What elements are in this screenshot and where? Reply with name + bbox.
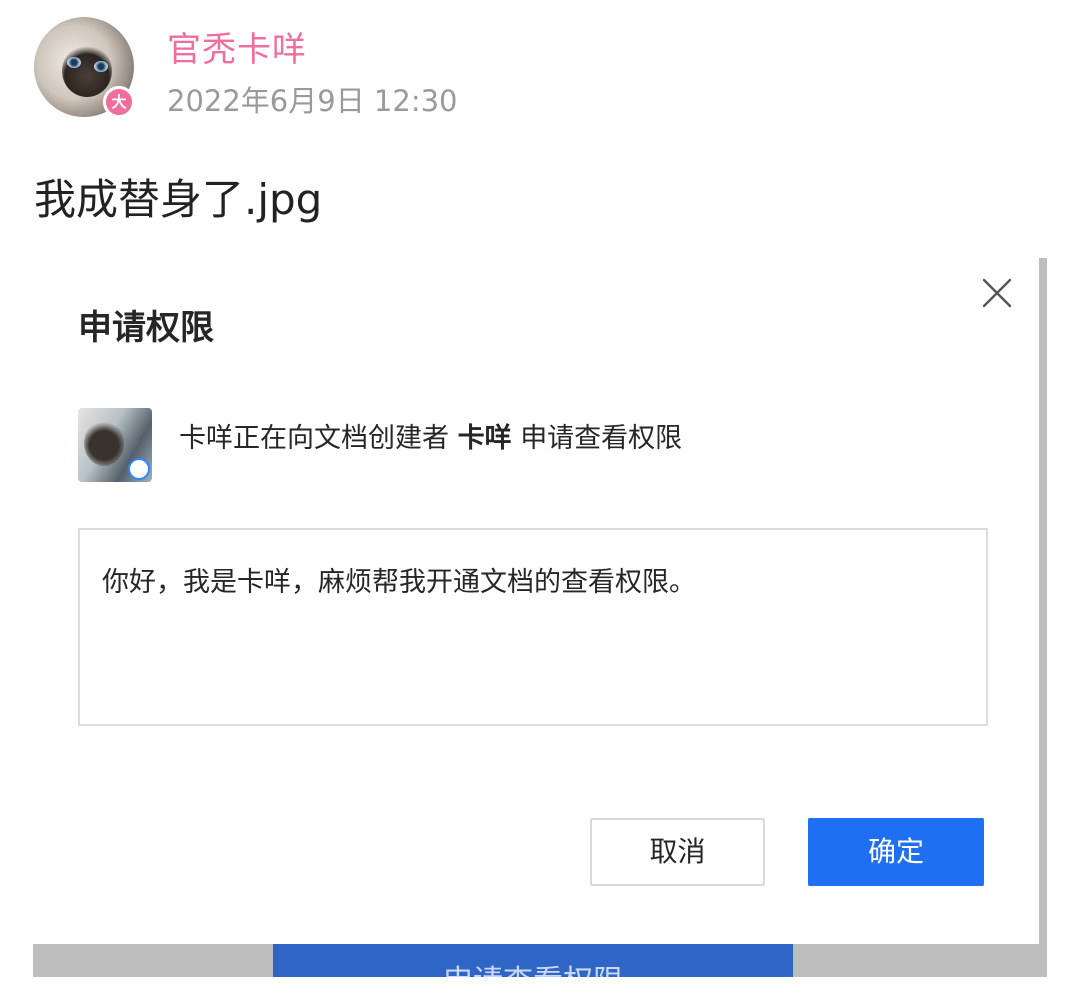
request-description: 卡咩正在向文档创建者 卡咩 申请查看权限 — [179, 416, 682, 455]
requester-status-icon — [128, 458, 150, 480]
request-message-field[interactable]: 你好，我是卡咩，麻烦帮我开通文档的查看权限。 — [78, 528, 988, 726]
close-icon[interactable] — [979, 275, 1015, 311]
background-request-button: 申请查看权限 — [273, 944, 793, 977]
post-image[interactable]: 申请查看权限 申请权限 卡咩正在向文档创建者 卡咩 申请查看权限 你好，我是卡咩… — [33, 258, 1047, 977]
avatar-cat-eye-right — [94, 61, 108, 72]
post-timestamp: 2022年6月9日 12:30 — [167, 84, 458, 118]
cancel-button[interactable]: 取消 — [590, 818, 765, 886]
avatar-cat-eye-left — [67, 57, 81, 68]
confirm-button[interactable]: 确定 — [808, 818, 984, 886]
request-suffix: 申请查看权限 — [520, 423, 683, 454]
permission-request-dialog: 申请权限 卡咩正在向文档创建者 卡咩 申请查看权限 你好，我是卡咩，麻烦帮我开通… — [33, 258, 1039, 944]
request-owner: 卡咩 — [457, 423, 512, 454]
requester-avatar-cat — [84, 420, 124, 466]
request-message-text: 你好，我是卡咩，麻烦帮我开通文档的查看权限。 — [102, 567, 696, 598]
background-request-button-label: 申请查看权限 — [273, 956, 793, 977]
requester-avatar — [78, 408, 152, 482]
request-prefix: 卡咩正在向文档创建者 — [179, 423, 449, 454]
post-text: 我成替身了.jpg — [34, 175, 323, 224]
username[interactable]: 官秃卡咩 — [167, 22, 307, 71]
user-level-badge: 大 — [103, 86, 135, 118]
dialog-title: 申请权限 — [78, 308, 214, 348]
